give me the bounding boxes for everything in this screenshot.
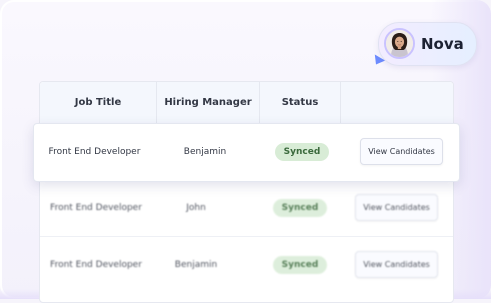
column-header-status[interactable]: Status [260,82,340,124]
status-cell: Synced [258,180,342,236]
action-cell: View Candidates [340,237,453,293]
hiring-manager-cell: John [186,203,206,213]
view-candidates-button[interactable]: View Candidates [360,138,443,165]
column-divider [340,82,341,124]
woman-avatar-icon [384,28,415,59]
hiring-manager-cell: Benjamin [174,260,218,270]
action-cell: View Candidates [340,180,453,236]
status-cell: Synced [260,124,344,181]
table-header: Job Title Hiring Manager Status [40,82,453,125]
status-cell: Synced [258,237,342,293]
table-row[interactable]: Front End Developer Benjamin Synced View… [40,237,453,293]
assistant-name: Nova [421,35,464,53]
column-header-hiring-manager[interactable]: Hiring Manager [157,82,259,124]
action-cell: View Candidates [343,124,460,181]
hiring-manager-cell: Benjamin [183,147,227,157]
highlighted-table-row[interactable]: Front End Developer Benjamin Synced View… [33,123,460,182]
table-row[interactable]: Front End Developer John Synced View Can… [40,180,453,236]
job-title-cell: Front End Developer [48,147,141,157]
status-badge: Synced [274,142,330,161]
status-badge: Synced [272,255,328,274]
view-candidates-button[interactable]: View Candidates [355,251,438,278]
assistant-badge[interactable]: Nova [378,22,477,66]
column-header-job-title[interactable]: Job Title [40,82,156,124]
view-candidates-button[interactable]: View Candidates [355,194,438,221]
status-badge: Synced [272,198,328,217]
jobs-table: Job Title Hiring Manager Status Front En… [39,81,454,303]
